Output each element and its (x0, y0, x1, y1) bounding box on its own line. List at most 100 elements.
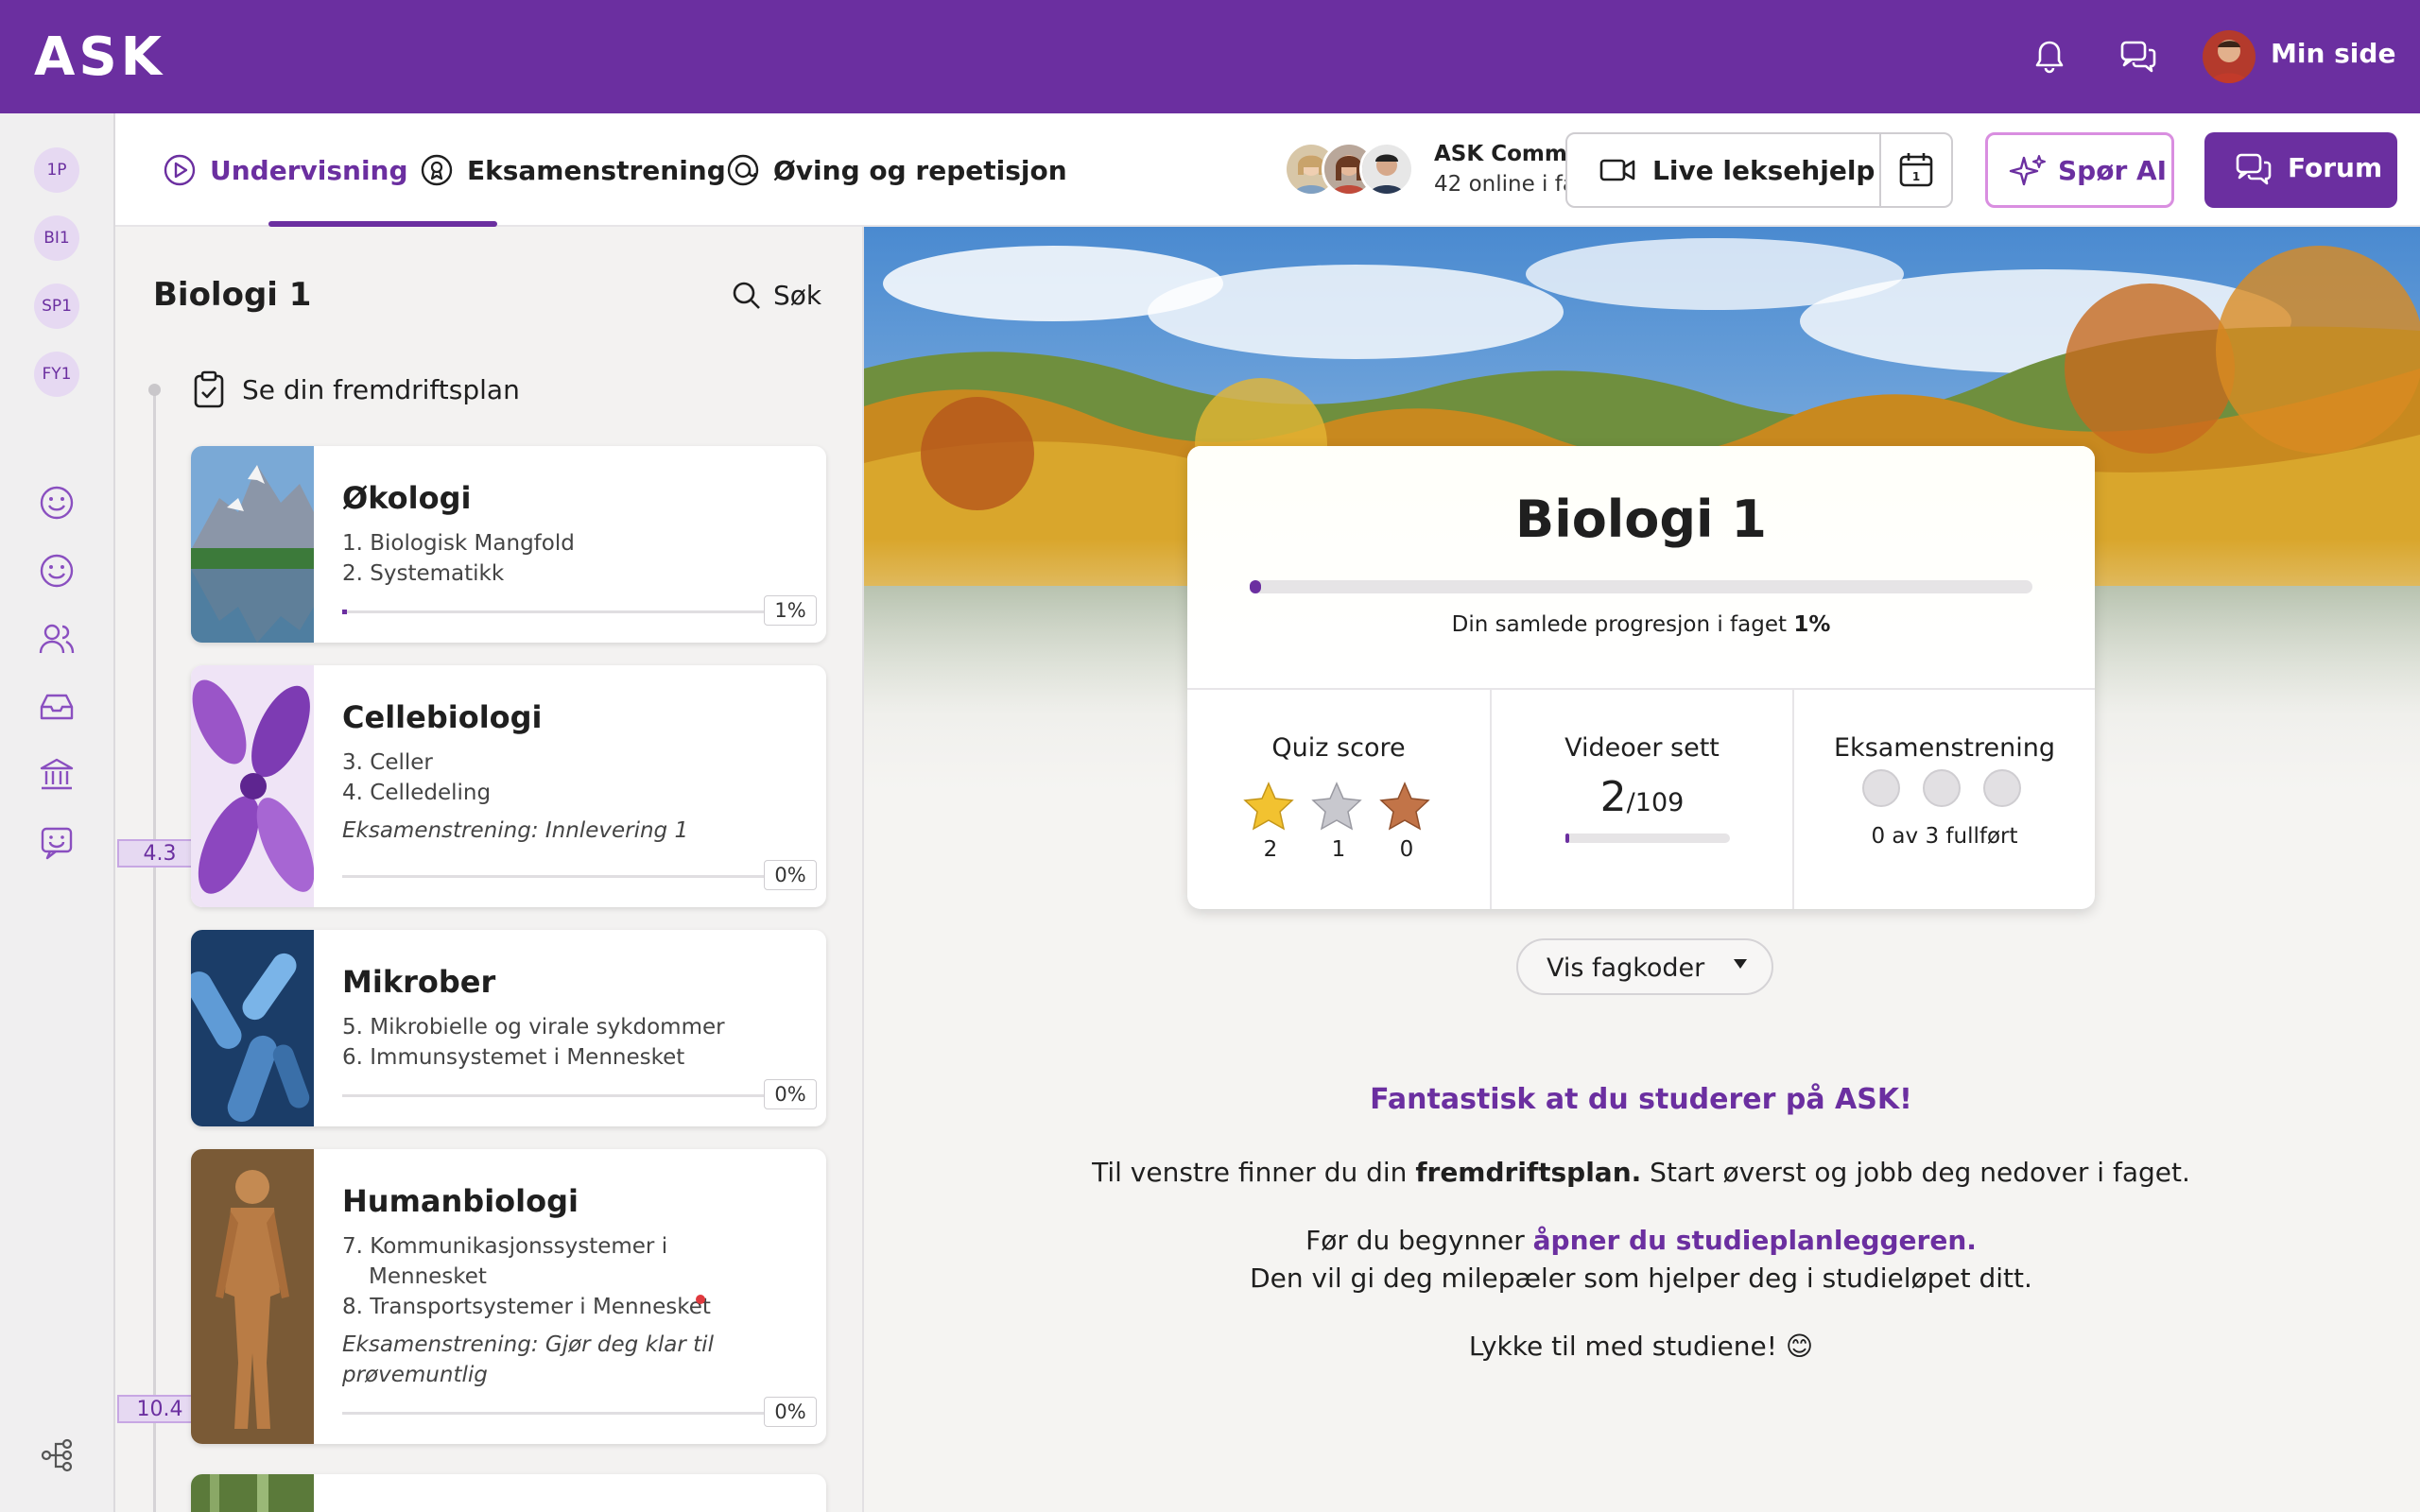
topic-thumbnail (191, 446, 314, 643)
topic-card-mikrober[interactable]: Mikrober 5. Mikrobielle og virale sykdom… (191, 930, 826, 1126)
live-leksehjelp-button[interactable]: Live leksehjelp 1 (1565, 132, 1953, 208)
exam-completed-text: 0 av 3 fullført (1871, 824, 2018, 849)
sparkle-icon (2009, 154, 2047, 192)
exam-progress-dots (1862, 769, 2042, 811)
play-icon (163, 153, 197, 187)
tab-oving-og-repetisjon[interactable]: Øving og repetisjon (726, 151, 1067, 189)
ask-logo[interactable]: ASK (34, 23, 165, 91)
gold-star-icon (1243, 782, 1294, 831)
overview-header: Biologi 1 Din samlede progresjon i faget… (1187, 446, 2095, 690)
chapter-item-continued[interactable]: Mennesket (369, 1264, 487, 1289)
topic-thumbnail (191, 930, 314, 1126)
svg-text:1: 1 (1912, 170, 1920, 183)
vis-fagkoder-label: Vis fagkoder (1547, 954, 1705, 983)
topic-card-cellebiologi[interactable]: Cellebiologi 3. Celler 4. Celledeling Ek… (191, 665, 826, 907)
topic-progress-percent: 1% (764, 595, 817, 626)
bell-icon[interactable] (2029, 36, 2070, 77)
topic-card-okologi[interactable]: Økologi 1. Biologisk Mangfold 2. Systema… (191, 446, 826, 643)
spor-ai-label: Spør AI (2058, 155, 2168, 186)
chat-bubbles-icon[interactable] (2118, 36, 2159, 77)
silver-star-count: 1 (1331, 837, 1346, 862)
profile-avatar[interactable] (2203, 30, 2256, 83)
sitemap-icon[interactable] (36, 1435, 78, 1476)
studieplanlegger-link[interactable]: åpner du studieplanleggeren. (1533, 1225, 1977, 1256)
videos-count: 2/109 (1599, 773, 1685, 821)
forum-label: Forum (2288, 152, 2383, 183)
overall-progress-text: Din samlede progresjon i faget 1% (1451, 612, 1831, 637)
spor-ai-button[interactable]: Spør AI (1985, 132, 2174, 208)
feedback-icon[interactable] (36, 822, 78, 864)
left-rail: 1P BI1 SP1 FY1 (0, 113, 115, 1512)
institution-icon[interactable] (36, 754, 78, 796)
chat-bubbles-icon (2235, 151, 2273, 187)
tab-eksamenstrening[interactable]: Eksamenstrening (420, 151, 726, 189)
smiley-icon[interactable] (36, 550, 78, 592)
new-content-dot (696, 1295, 705, 1304)
subject-badge-1p[interactable]: 1P (34, 147, 79, 193)
medal-icon (420, 153, 454, 187)
quiz-score-label: Quiz score (1271, 733, 1406, 763)
videos-label: Videoer sett (1564, 733, 1720, 763)
chapter-item[interactable]: 7. Kommunikasjonssystemer i (342, 1234, 667, 1259)
fremdriftsplan-link[interactable]: Se din fremdriftsplan (193, 370, 520, 408)
exam-training-section[interactable]: Eksamenstrening 0 av 3 fullført (1792, 690, 2095, 909)
course-overview-card: Biologi 1 Din samlede progresjon i faget… (1187, 446, 2095, 909)
video-camera-icon (1599, 155, 1637, 185)
chapter-item[interactable]: 6. Immunsystemet i Mennesket (342, 1045, 684, 1070)
search-icon (732, 281, 762, 311)
target-icon (726, 153, 760, 187)
subject-badge-fy1[interactable]: FY1 (34, 352, 79, 397)
topic-title: Mikrober (342, 964, 496, 1000)
topic-card-humanbiologi[interactable]: Humanbiologi 7. Kommunikasjonssystemer i… (191, 1149, 826, 1444)
gold-star: 2 (1242, 781, 1299, 862)
chapter-item[interactable]: 1. Biologisk Mangfold (342, 531, 575, 556)
quiz-score-section[interactable]: Quiz score 2 1 0 (1187, 690, 1490, 909)
topic-progress-bar (342, 875, 766, 878)
community-avatars[interactable] (1284, 142, 1416, 198)
vis-fagkoder-dropdown[interactable]: Vis fagkoder (1516, 938, 1773, 995)
exam-training-item[interactable]: Eksamenstrening: Gjør deg klar til (342, 1332, 714, 1357)
course-panel: Biologi 1 Søk Se din fremdriftsplan 4.3 … (115, 227, 864, 1512)
tab-label: Øving og repetisjon (773, 154, 1067, 186)
quiz-stars: 2 1 0 (1242, 781, 1441, 866)
chapter-item[interactable]: 4. Celledeling (342, 781, 491, 805)
chapter-item[interactable]: 2. Systematikk (342, 561, 504, 586)
course-title: Biologi 1 (153, 276, 312, 314)
topic-thumbnail (191, 1474, 314, 1512)
smiley-icon[interactable] (36, 482, 78, 524)
clipboard-check-icon (193, 370, 225, 408)
topic-progress-bar (342, 1412, 766, 1415)
gold-star-count: 2 (1263, 837, 1278, 862)
topic-progress-bar (342, 1094, 766, 1097)
topic-card-next[interactable] (191, 1474, 826, 1512)
topic-progress-percent: 0% (764, 1397, 817, 1427)
button-divider (1879, 134, 1881, 206)
chapter-item[interactable]: 5. Mikrobielle og virale sykdommer (342, 1015, 725, 1040)
videos-section[interactable]: Videoer sett 2/109 (1490, 690, 1792, 909)
search-button[interactable]: Søk (732, 280, 821, 311)
search-label: Søk (773, 280, 822, 311)
welcome-paragraph: Den vil gi deg milepæler som hjelper deg… (1250, 1263, 2032, 1294)
subject-badge-bi1[interactable]: BI1 (34, 215, 79, 261)
silver-star-icon (1311, 782, 1362, 831)
timeline-line (153, 387, 156, 1512)
forum-button[interactable]: Forum (2204, 132, 2397, 208)
tab-undervisning[interactable]: Undervisning (163, 151, 408, 189)
topic-title: Økologi (342, 480, 472, 516)
exam-training-item-continued[interactable]: prøvemuntlig (342, 1363, 488, 1387)
topic-progress-bar (342, 610, 766, 614)
min-side-link[interactable]: Min side (2271, 38, 2395, 69)
videos-progress-bar (1565, 833, 1730, 843)
chapter-item[interactable]: 8. Transportsystemer i Mennesket (342, 1295, 711, 1319)
chapter-item[interactable]: 3. Celler (342, 750, 433, 775)
bronze-star-count: 0 (1399, 837, 1414, 862)
topic-title: Cellebiologi (342, 699, 543, 735)
inbox-icon[interactable] (36, 686, 78, 728)
subject-badge-sp1[interactable]: SP1 (34, 284, 79, 329)
topic-progress-percent: 0% (764, 860, 817, 890)
bronze-star: 0 (1378, 781, 1435, 862)
timeline-marker: 10.4 (117, 1395, 214, 1423)
users-icon[interactable] (36, 618, 78, 660)
exam-training-item[interactable]: Eksamenstrening: Innlevering 1 (342, 818, 688, 843)
calendar-icon[interactable]: 1 (1898, 151, 1934, 189)
